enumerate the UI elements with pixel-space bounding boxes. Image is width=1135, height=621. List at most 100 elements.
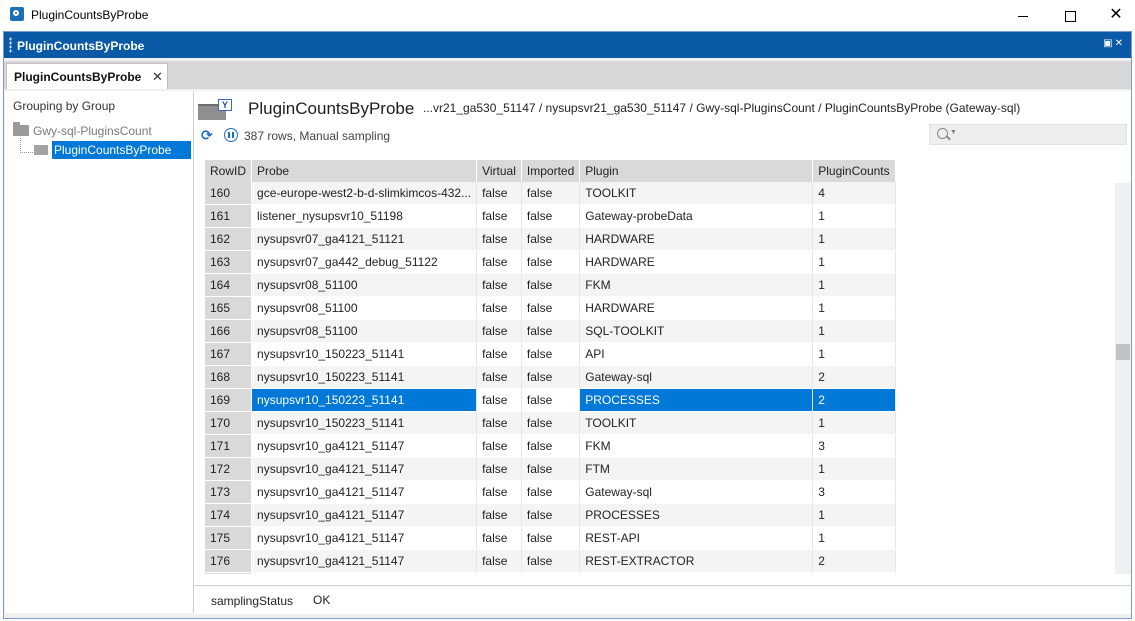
probe-cell[interactable]: listener_nysupsvr10_51198: [251, 204, 478, 228]
plugincounts-cell[interactable]: 3: [812, 572, 896, 574]
table-row[interactable]: 165 nysupsvr08_51100 false false HARDWARE 1: [205, 296, 896, 320]
virtual-cell[interactable]: false: [476, 480, 522, 504]
virtual-cell[interactable]: false: [476, 204, 522, 228]
plugin-cell[interactable]: FTM: [579, 457, 814, 481]
rowid-cell[interactable]: 173: [205, 480, 253, 504]
rowid-cell[interactable]: 171: [205, 434, 253, 458]
probe-cell[interactable]: gce-europe-west2-b-d-slimkimcos-432...: [251, 182, 478, 205]
plugincounts-cell[interactable]: 2: [812, 365, 896, 389]
virtual-cell[interactable]: false: [476, 388, 522, 412]
plugin-cell[interactable]: FKM: [579, 434, 814, 458]
plugincounts-cell[interactable]: 1: [812, 457, 896, 481]
probe-cell[interactable]: nysupsvr08_51100: [251, 319, 478, 343]
plugin-cell[interactable]: PROCESSES: [579, 503, 814, 527]
imported-cell[interactable]: false: [521, 434, 581, 458]
plugin-cell[interactable]: Gateway-probeData: [579, 204, 814, 228]
probe-cell[interactable]: nysupsvr10_150223_51141: [251, 411, 478, 435]
imported-cell[interactable]: false: [521, 503, 581, 527]
probe-cell[interactable]: nysupsvr10_ga4121_51147: [251, 503, 478, 527]
plugin-cell[interactable]: REST-EXTRACTOR: [579, 549, 814, 573]
plugin-cell[interactable]: Gateway-sql: [579, 480, 814, 504]
imported-cell[interactable]: false: [521, 457, 581, 481]
column-header-probe[interactable]: Probe: [251, 160, 478, 182]
plugincounts-cell[interactable]: 3: [812, 434, 896, 458]
column-header-plugincounts[interactable]: PluginCounts: [812, 160, 896, 182]
imported-cell[interactable]: false: [521, 204, 581, 228]
plugincounts-cell[interactable]: 1: [812, 526, 896, 550]
drag-handle-icon[interactable]: [9, 37, 12, 53]
table-row[interactable]: 173 nysupsvr10_ga4121_51147 false false Gate…: [205, 480, 896, 504]
rowid-cell[interactable]: 174: [205, 503, 253, 527]
probe-cell[interactable]: nysupsvr10_150223_51141: [251, 388, 478, 412]
imported-cell[interactable]: false: [521, 572, 581, 574]
close-window-button[interactable]: ✕: [1093, 0, 1135, 30]
imported-cell[interactable]: false: [521, 365, 581, 389]
imported-cell[interactable]: false: [521, 273, 581, 297]
virtual-cell[interactable]: false: [476, 457, 522, 481]
table-row[interactable]: 160 gce-europe-west2-b-d-slimkimcos-432..…: [205, 182, 896, 205]
minimize-button[interactable]: [1000, 0, 1046, 30]
filter-icon[interactable]: Y: [218, 99, 232, 111]
rowid-cell[interactable]: 170: [205, 411, 253, 435]
scrollbar-thumb[interactable]: [1116, 344, 1130, 360]
probe-cell[interactable]: nysupsvr08_51100: [251, 296, 478, 320]
virtual-cell[interactable]: false: [476, 434, 522, 458]
plugincounts-cell[interactable]: 1: [812, 296, 896, 320]
plugincounts-cell[interactable]: 3: [812, 480, 896, 504]
column-header-imported[interactable]: Imported: [521, 160, 581, 182]
virtual-cell[interactable]: false: [476, 411, 522, 435]
table-row[interactable]: 164 nysupsvr08_51100 false false FKM 1: [205, 273, 896, 297]
imported-cell[interactable]: false: [521, 342, 581, 366]
restore-icon[interactable]: ▣: [1103, 38, 1114, 49]
column-header-plugin[interactable]: Plugin: [579, 160, 814, 182]
rowid-cell[interactable]: 161: [205, 204, 253, 228]
rowid-cell[interactable]: 169: [205, 388, 253, 412]
probe-cell[interactable]: nysupsvr10_ga4121_51147: [251, 572, 478, 574]
panel-close-icon[interactable]: ✕: [1115, 38, 1125, 49]
table-row[interactable]: 175 nysupsvr10_ga4121_51147 false false REST…: [205, 526, 896, 550]
plugincounts-cell[interactable]: 2: [812, 388, 896, 412]
table-row[interactable]: 174 nysupsvr10_ga4121_51147 false false PROC…: [205, 503, 896, 527]
tab-plugin-counts-by-probe[interactable]: PluginCountsByProbe ✕: [6, 63, 168, 89]
rowid-cell[interactable]: 166: [205, 319, 253, 343]
imported-cell[interactable]: false: [521, 526, 581, 550]
probe-cell[interactable]: nysupsvr10_ga4121_51147: [251, 434, 478, 458]
imported-cell[interactable]: false: [521, 549, 581, 573]
table-row[interactable]: 162 nysupsvr07_ga4121_51121 false false HARD…: [205, 227, 896, 251]
plugincounts-cell[interactable]: 1: [812, 227, 896, 251]
probe-cell[interactable]: nysupsvr10_150223_51141: [251, 342, 478, 366]
plugin-cell[interactable]: SQL-TOOLKIT: [579, 572, 814, 574]
imported-cell[interactable]: false: [521, 480, 581, 504]
table-row[interactable]: 176 nysupsvr10_ga4121_51147 false false REST…: [205, 549, 896, 573]
pause-icon[interactable]: [224, 128, 238, 142]
plugincounts-cell[interactable]: 4: [812, 182, 896, 205]
vertical-scrollbar[interactable]: [1115, 183, 1131, 574]
panel-controls[interactable]: ▣✕: [1103, 38, 1125, 49]
rowid-cell[interactable]: 163: [205, 250, 253, 274]
virtual-cell[interactable]: false: [476, 227, 522, 251]
plugin-cell[interactable]: API: [579, 342, 814, 366]
probe-cell[interactable]: nysupsvr10_ga4121_51147: [251, 457, 478, 481]
probe-cell[interactable]: nysupsvr10_ga4121_51147: [251, 526, 478, 550]
probe-cell[interactable]: nysupsvr10_ga4121_51147: [251, 549, 478, 573]
imported-cell[interactable]: false: [521, 250, 581, 274]
column-header-virtual[interactable]: Virtual: [476, 160, 522, 182]
table-row[interactable]: 163 nysupsvr07_ga442_debug_51122 false fals…: [205, 250, 896, 274]
virtual-cell[interactable]: false: [476, 342, 522, 366]
table-row[interactable]: 168 nysupsvr10_150223_51141 false false Gate…: [205, 365, 896, 389]
plugincounts-cell[interactable]: 1: [812, 273, 896, 297]
virtual-cell[interactable]: false: [476, 572, 522, 574]
plugincounts-cell[interactable]: 1: [812, 204, 896, 228]
virtual-cell[interactable]: false: [476, 250, 522, 274]
imported-cell[interactable]: false: [521, 388, 581, 412]
probe-cell[interactable]: nysupsvr10_ga4121_51147: [251, 480, 478, 504]
chevron-down-icon[interactable]: ▼: [950, 129, 957, 136]
virtual-cell[interactable]: false: [476, 319, 522, 343]
rowid-cell[interactable]: 175: [205, 526, 253, 550]
rowid-cell[interactable]: 165: [205, 296, 253, 320]
rowid-cell[interactable]: 162: [205, 227, 253, 251]
probe-cell[interactable]: nysupsvr07_ga4121_51121: [251, 227, 478, 251]
plugincounts-cell[interactable]: 1: [812, 319, 896, 343]
table-row[interactable]: 169 nysupsvr10_150223_51141 false false PROC…: [205, 388, 896, 412]
table-row[interactable]: 172 nysupsvr10_ga4121_51147 false false FTM 1: [205, 457, 896, 481]
